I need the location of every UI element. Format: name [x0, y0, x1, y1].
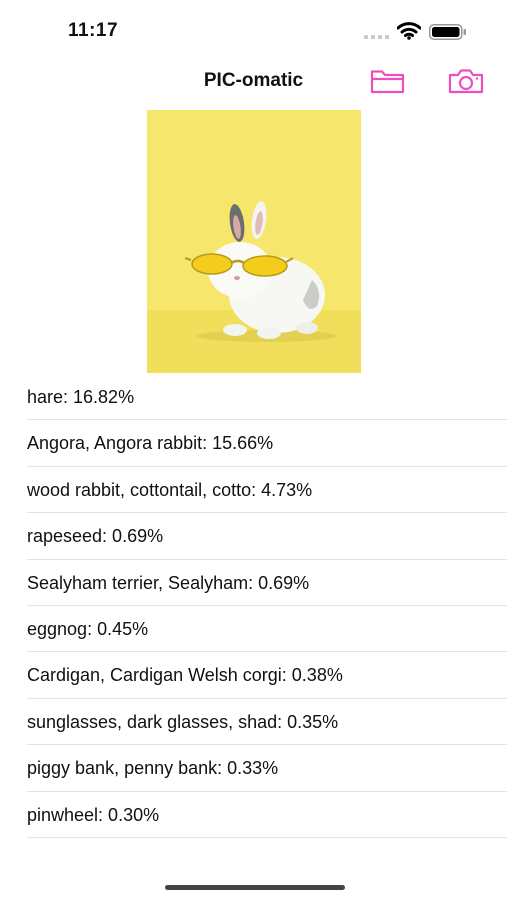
page-title: PIC-omatic: [203, 70, 304, 91]
folder-icon: [370, 70, 405, 94]
result-row[interactable]: piggy bank, penny bank: 0.33%: [27, 745, 507, 792]
camera-button[interactable]: [447, 66, 485, 96]
rabbit-image: [147, 110, 361, 373]
camera-icon: [448, 69, 484, 94]
result-row[interactable]: Cardigan, Cardigan Welsh corgi: 0.38%: [27, 652, 507, 699]
result-row[interactable]: Sealyham terrier, Sealyham: 0.69%: [27, 560, 507, 606]
status-bar: 11:17: [0, 0, 507, 60]
result-row[interactable]: rapeseed: 0.69%: [27, 513, 507, 560]
classification-results: hare: 16.82% Angora, Angora rabbit: 15.6…: [27, 374, 507, 838]
open-folder-button[interactable]: [369, 66, 407, 96]
result-row[interactable]: eggnog: 0.45%: [27, 606, 507, 653]
result-row[interactable]: sunglasses, dark glasses, shad: 0.35%: [27, 699, 507, 746]
selected-photo: [147, 110, 361, 373]
battery-icon: [429, 24, 466, 40]
status-time: 11:17: [68, 20, 119, 41]
home-indicator[interactable]: [165, 885, 345, 890]
signal-icon: [364, 35, 389, 39]
navigation-bar: PIC-omatic: [0, 60, 507, 104]
result-row[interactable]: pinwheel: 0.30%: [27, 792, 507, 838]
result-row[interactable]: wood rabbit, cottontail, cotto: 4.73%: [27, 467, 507, 514]
wifi-icon: [397, 22, 421, 40]
result-row[interactable]: hare: 16.82%: [27, 374, 507, 421]
result-row[interactable]: Angora, Angora rabbit: 15.66%: [27, 420, 507, 467]
